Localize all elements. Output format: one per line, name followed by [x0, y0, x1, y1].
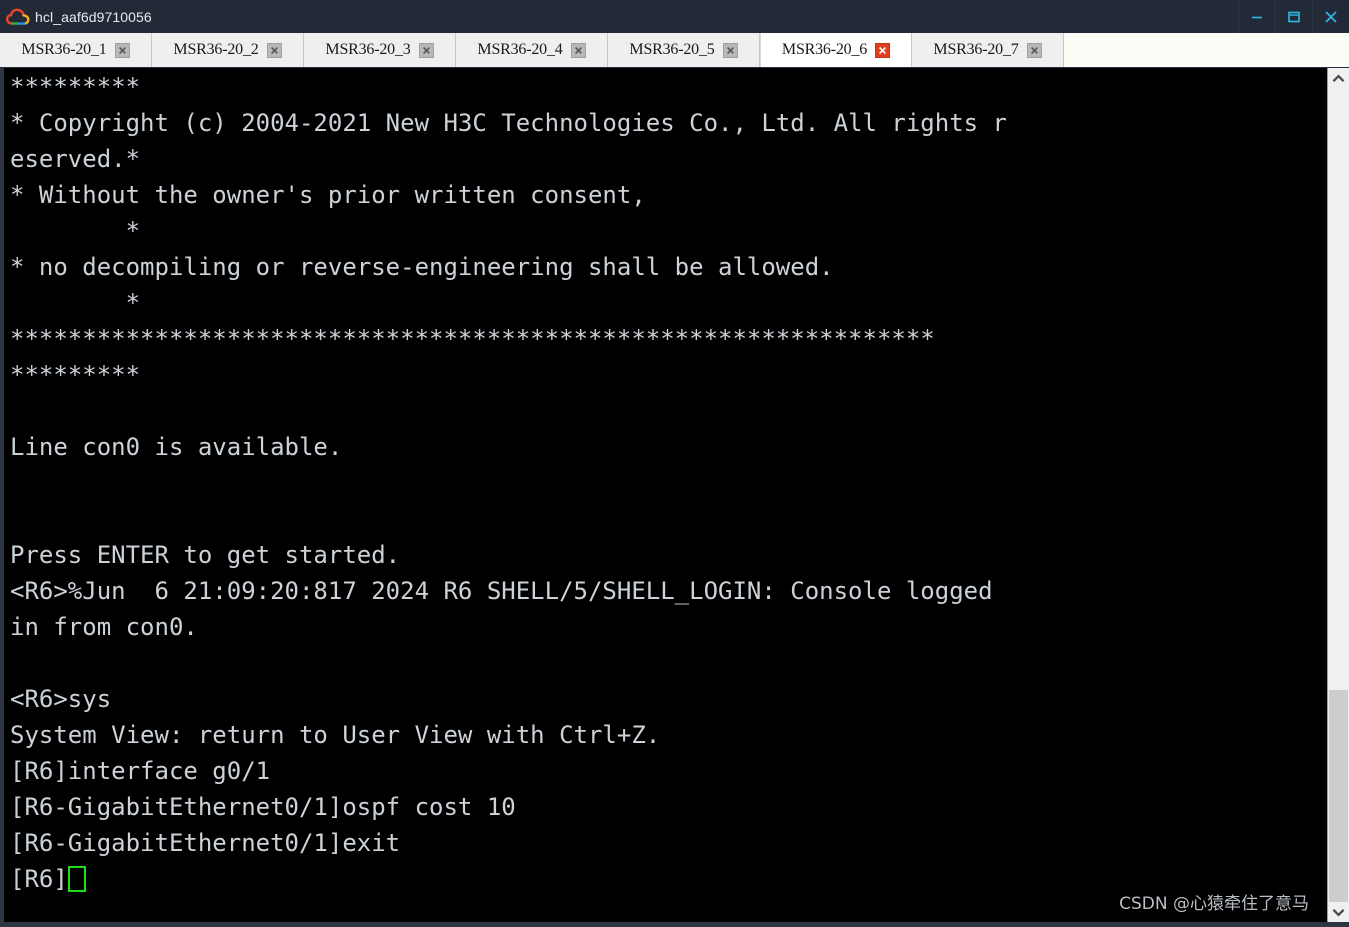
vertical-scrollbar[interactable] — [1327, 68, 1349, 922]
terminal-line: Line con0 is available. — [10, 433, 343, 461]
terminal-line-list: ********* * Copyright (c) 2004-2021 New H… — [6, 69, 1327, 897]
terminal-line: [R6-GigabitEthernet0/1]exit — [10, 829, 401, 857]
text-cursor — [67, 866, 86, 892]
scrollbar-track[interactable] — [1328, 88, 1349, 902]
terminal-line: * Copyright (c) 2004-2021 New H3C Techno… — [10, 109, 1007, 137]
terminal-line: ********* — [10, 73, 141, 101]
terminal-line: [R6]interface g0/1 — [10, 757, 271, 785]
minimize-button[interactable] — [1238, 0, 1275, 33]
terminal-prompt: [R6] — [10, 865, 68, 893]
tab-strip: MSR36-20_1 MSR36-20_2 MSR36-20_3 MSR36-20_4… — [0, 33, 1349, 68]
title-bar: hcl_aaf6d9710056 — [0, 0, 1349, 33]
tab-label: MSR36-20_2 — [173, 41, 259, 58]
tab-close-button[interactable] — [418, 42, 434, 58]
window-title: hcl_aaf6d9710056 — [35, 8, 152, 25]
close-icon — [118, 46, 126, 54]
tab-msr36-20_6[interactable]: MSR36-20_6 — [760, 33, 912, 67]
tab-label: MSR36-20_4 — [477, 41, 563, 58]
tab-label: MSR36-20_3 — [325, 41, 411, 58]
terminal-line: System View: return to User View with Ct… — [10, 721, 661, 749]
terminal-line: ********* — [10, 361, 141, 389]
terminal-line: * — [10, 289, 141, 317]
terminal-prompt-line: [R6] — [10, 861, 1327, 897]
tab-close-button[interactable] — [114, 42, 130, 58]
console-area: ********* * Copyright (c) 2004-2021 New H… — [0, 68, 1349, 927]
close-icon — [422, 46, 430, 54]
close-icon — [270, 46, 278, 54]
terminal-line: * Without the owner's prior written cons… — [10, 181, 646, 209]
close-icon — [726, 46, 734, 54]
tab-msr36-20_2[interactable]: MSR36-20_2 — [152, 33, 304, 67]
chevron-down-icon — [1332, 908, 1345, 917]
maximize-icon — [1288, 11, 1300, 22]
tab-msr36-20_3[interactable]: MSR36-20_3 — [304, 33, 456, 67]
terminal-line: eserved.* — [10, 145, 141, 173]
terminal-line: Press ENTER to get started. — [10, 541, 401, 569]
terminal-line: <R6>sys — [10, 685, 112, 713]
tab-label: MSR36-20_7 — [933, 41, 1019, 58]
terminal-output[interactable]: ********* * Copyright (c) 2004-2021 New H… — [4, 68, 1327, 922]
tab-close-button[interactable] — [875, 42, 891, 58]
terminal-line: [R6-GigabitEthernet0/1]ospf cost 10 — [10, 793, 516, 821]
tab-strip-filler — [1064, 33, 1349, 67]
scroll-up-button[interactable] — [1328, 68, 1349, 88]
tab-close-button[interactable] — [266, 42, 282, 58]
scrollbar-thumb[interactable] — [1329, 690, 1348, 902]
scroll-down-button[interactable] — [1328, 902, 1349, 922]
tab-close-button[interactable] — [1026, 42, 1042, 58]
cloud-icon — [6, 8, 30, 25]
tab-label: MSR36-20_5 — [629, 41, 715, 58]
tab-label: MSR36-20_1 — [21, 41, 107, 58]
minimize-icon — [1252, 16, 1262, 18]
close-icon — [1030, 46, 1038, 54]
terminal-line: in from con0. — [10, 613, 198, 641]
maximize-button[interactable] — [1275, 0, 1312, 33]
tab-close-button[interactable] — [570, 42, 586, 58]
terminal-line: ****************************************… — [10, 325, 935, 353]
hcl-console-window: hcl_aaf6d9710056 MSR36-20_1 MSR36-20_2 M… — [0, 0, 1349, 927]
window-controls — [1238, 0, 1349, 33]
tab-msr36-20_4[interactable]: MSR36-20_4 — [456, 33, 608, 67]
terminal-line: <R6>%Jun 6 21:09:20:817 2024 R6 SHELL/5/… — [10, 577, 993, 605]
tab-msr36-20_5[interactable]: MSR36-20_5 — [608, 33, 760, 67]
chevron-up-icon — [1332, 73, 1345, 82]
tab-msr36-20_7[interactable]: MSR36-20_7 — [912, 33, 1064, 67]
close-button[interactable] — [1312, 0, 1349, 33]
tab-msr36-20_1[interactable]: MSR36-20_1 — [0, 33, 152, 67]
tab-label: MSR36-20_6 — [781, 41, 868, 58]
close-icon — [1325, 10, 1337, 23]
close-icon — [574, 46, 582, 54]
close-icon — [879, 46, 887, 54]
terminal-line: * — [10, 217, 141, 245]
tab-close-button[interactable] — [722, 42, 738, 58]
terminal-line: * no decompiling or reverse-engineering … — [10, 253, 834, 281]
